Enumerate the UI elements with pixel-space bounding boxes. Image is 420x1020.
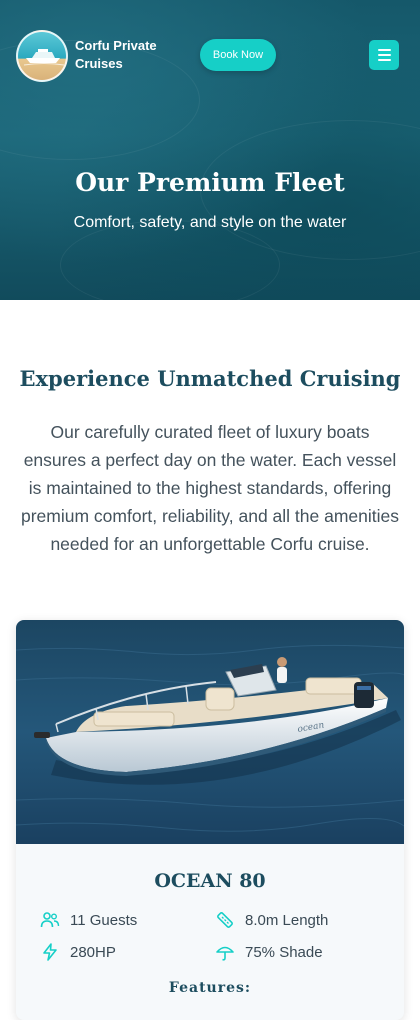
spec-power: 280HP bbox=[40, 942, 116, 962]
ruler-icon bbox=[217, 912, 233, 928]
spec-shade: 75% Shade bbox=[215, 942, 323, 962]
spec-label: 11 Guests bbox=[70, 911, 138, 929]
umbrella-icon bbox=[216, 946, 234, 961]
power-icon bbox=[43, 943, 57, 961]
page-subtitle: Comfort, safety, and style on the water bbox=[73, 214, 347, 231]
features-heading: Features: bbox=[168, 980, 252, 996]
book-now-button[interactable]: Book Now bbox=[200, 39, 276, 71]
boat-card[interactable]: ocean OCEAN 80 11 Guests 8.0m Length 280… bbox=[16, 620, 404, 1020]
spec-label: 75% Shade bbox=[245, 943, 323, 961]
hamburger-menu-icon bbox=[377, 49, 391, 51]
top-navigation: Corfu Private Cruises Book Now bbox=[0, 0, 420, 110]
spec-length: 8.0m Length bbox=[215, 910, 328, 930]
hamburger-menu-icon bbox=[377, 59, 391, 61]
spec-guests: 11 Guests bbox=[40, 910, 137, 930]
section-title: Experience Unmatched Cruising bbox=[19, 366, 401, 391]
spec-label: 280HP bbox=[70, 943, 116, 961]
section-description: Our carefully curated fleet of luxury bo… bbox=[20, 422, 400, 554]
boat-name: OCEAN 80 bbox=[154, 870, 266, 892]
spec-label: 8.0m Length bbox=[245, 911, 329, 929]
guests-icon bbox=[40, 912, 60, 928]
hamburger-menu-icon bbox=[377, 54, 391, 56]
brand-name[interactable]: Corfu Private Cruises bbox=[75, 37, 185, 73]
yacht-logo-icon bbox=[23, 49, 65, 66]
page-title: Our Premium Fleet bbox=[75, 168, 345, 197]
menu-button[interactable] bbox=[369, 40, 399, 70]
brand-logo[interactable] bbox=[16, 30, 68, 82]
hero-section: Corfu Private Cruises Book Now Our Premi… bbox=[0, 0, 420, 300]
boat-photo: ocean bbox=[16, 620, 404, 844]
water-ripple bbox=[60, 220, 280, 300]
